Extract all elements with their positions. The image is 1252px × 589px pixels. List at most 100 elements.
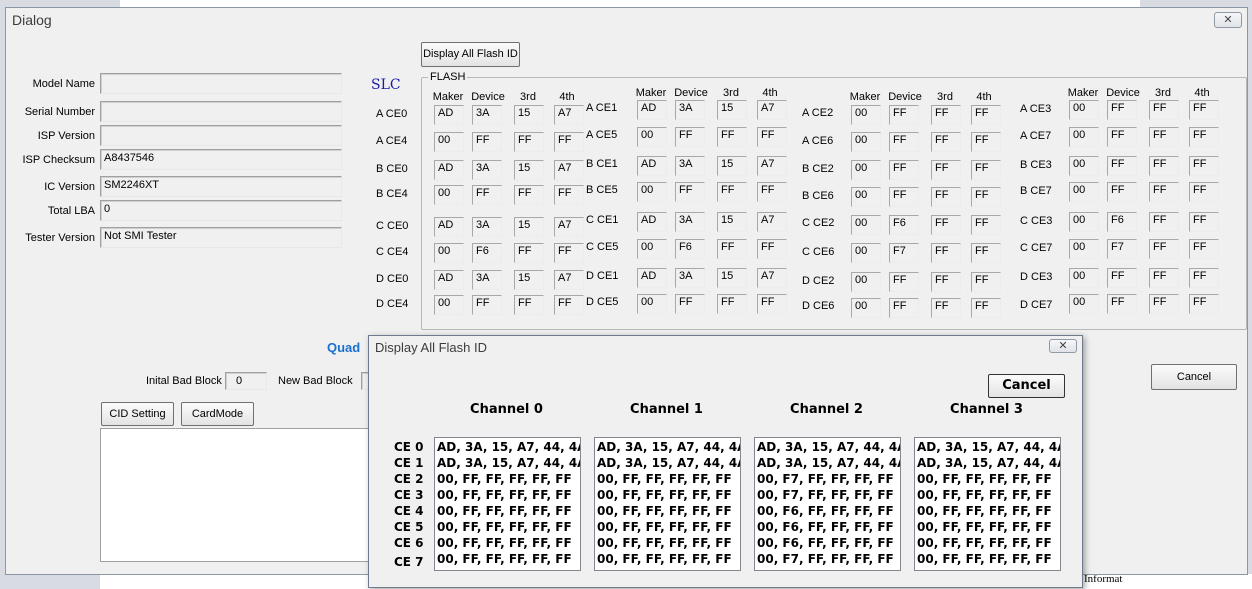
flash-id-byte-field[interactable]: 15	[514, 270, 544, 290]
flash-id-byte-field[interactable]: FF	[971, 243, 1001, 263]
flash-id-dialog-cancel-button[interactable]: Cancel	[988, 374, 1065, 398]
flash-id-byte-field[interactable]: 00	[851, 105, 881, 125]
flash-id-byte-field[interactable]: 00	[1069, 239, 1099, 259]
flash-id-byte-field[interactable]: FF	[931, 132, 961, 152]
flash-id-byte-field[interactable]: A7	[554, 160, 584, 180]
main-cancel-button[interactable]: Cancel	[1151, 364, 1237, 390]
flash-id-byte-field[interactable]: 00	[1069, 212, 1099, 232]
flash-id-byte-field[interactable]: 00	[434, 295, 464, 315]
info-field[interactable]: A8437546	[100, 149, 342, 170]
flash-id-byte-field[interactable]: FF	[971, 187, 1001, 207]
flash-id-byte-field[interactable]: FF	[757, 182, 787, 202]
flash-id-byte-field[interactable]: 00	[1069, 182, 1099, 202]
flash-id-byte-field[interactable]: 00	[851, 215, 881, 235]
flash-id-byte-field[interactable]: AD	[637, 156, 667, 176]
channel-flash-id-listbox[interactable]: AD, 3A, 15, A7, 44, 4A AD, 3A, 15, A7, 44…	[434, 437, 581, 571]
flash-id-byte-field[interactable]: FF	[889, 160, 919, 180]
flash-id-byte-field[interactable]: 00	[434, 132, 464, 152]
flash-id-byte-field[interactable]: FF	[971, 272, 1001, 292]
flash-id-byte-field[interactable]: AD	[434, 270, 464, 290]
flash-id-byte-field[interactable]: 15	[717, 156, 747, 176]
flash-id-byte-field[interactable]: FF	[472, 295, 502, 315]
flash-id-byte-field[interactable]: 00	[851, 272, 881, 292]
flash-id-byte-field[interactable]: FF	[931, 243, 961, 263]
flash-id-byte-field[interactable]: AD	[637, 268, 667, 288]
flash-id-byte-field[interactable]: AD	[637, 212, 667, 232]
flash-id-byte-field[interactable]: 15	[514, 160, 544, 180]
flash-id-byte-field[interactable]: 00	[637, 182, 667, 202]
flash-id-byte-field[interactable]: FF	[757, 127, 787, 147]
flash-id-byte-field[interactable]: FF	[675, 294, 705, 314]
flash-id-byte-field[interactable]: 00	[637, 239, 667, 259]
flash-id-byte-field[interactable]: 00	[851, 243, 881, 263]
flash-id-byte-field[interactable]: FF	[1107, 156, 1137, 176]
flash-id-byte-field[interactable]: FF	[889, 298, 919, 318]
flash-id-byte-field[interactable]: FF	[931, 298, 961, 318]
flash-id-byte-field[interactable]: FF	[1149, 100, 1179, 120]
flash-id-byte-field[interactable]: FF	[931, 187, 961, 207]
flash-id-byte-field[interactable]: F6	[1107, 212, 1137, 232]
flash-id-byte-field[interactable]: FF	[675, 182, 705, 202]
flash-id-byte-field[interactable]: 00	[637, 127, 667, 147]
flash-id-byte-field[interactable]: FF	[1189, 239, 1219, 259]
flash-id-byte-field[interactable]: FF	[889, 187, 919, 207]
flash-id-byte-field[interactable]: FF	[717, 182, 747, 202]
flash-id-byte-field[interactable]: FF	[931, 105, 961, 125]
initial-bad-block-field[interactable]: 0	[225, 372, 267, 390]
flash-id-byte-field[interactable]: FF	[554, 243, 584, 263]
flash-id-byte-field[interactable]: 00	[851, 132, 881, 152]
flash-id-byte-field[interactable]: 15	[717, 268, 747, 288]
flash-id-byte-field[interactable]: 00	[851, 298, 881, 318]
flash-id-byte-field[interactable]: FF	[889, 105, 919, 125]
flash-id-byte-field[interactable]: FF	[889, 272, 919, 292]
flash-id-byte-field[interactable]: FF	[1107, 182, 1137, 202]
flash-id-byte-field[interactable]: FF	[1149, 127, 1179, 147]
cardmode-button[interactable]: CardMode	[181, 402, 254, 426]
flash-id-byte-field[interactable]: F6	[675, 239, 705, 259]
flash-id-byte-field[interactable]: FF	[931, 160, 961, 180]
flash-id-byte-field[interactable]: AD	[434, 217, 464, 237]
flash-id-byte-field[interactable]: 15	[717, 100, 747, 120]
flash-id-byte-field[interactable]: A7	[757, 268, 787, 288]
flash-id-byte-field[interactable]: AD	[637, 100, 667, 120]
flash-id-byte-field[interactable]: FF	[971, 132, 1001, 152]
flash-id-byte-field[interactable]: FF	[1149, 239, 1179, 259]
info-field[interactable]	[100, 101, 342, 122]
flash-id-byte-field[interactable]: 3A	[472, 270, 502, 290]
flash-id-byte-field[interactable]: 3A	[472, 217, 502, 237]
main-dialog-close-button[interactable]: ✕	[1214, 12, 1242, 28]
info-field[interactable]	[100, 125, 342, 146]
flash-id-byte-field[interactable]: 00	[851, 160, 881, 180]
flash-id-byte-field[interactable]: A7	[554, 105, 584, 125]
flash-id-byte-field[interactable]: 00	[637, 294, 667, 314]
flash-id-byte-field[interactable]: A7	[554, 217, 584, 237]
info-field[interactable]	[100, 73, 342, 94]
info-field[interactable]: SM2246XT	[100, 176, 342, 197]
flash-id-byte-field[interactable]: FF	[1107, 294, 1137, 314]
flash-id-byte-field[interactable]: 00	[1069, 127, 1099, 147]
flash-id-byte-field[interactable]: FF	[931, 272, 961, 292]
flash-id-byte-field[interactable]: FF	[717, 127, 747, 147]
flash-id-byte-field[interactable]: FF	[1189, 182, 1219, 202]
flash-id-byte-field[interactable]: FF	[1149, 294, 1179, 314]
flash-id-byte-field[interactable]: FF	[1107, 100, 1137, 120]
flash-id-byte-field[interactable]: A7	[757, 100, 787, 120]
flash-id-byte-field[interactable]: FF	[717, 294, 747, 314]
flash-id-byte-field[interactable]: FF	[514, 132, 544, 152]
flash-id-byte-field[interactable]: F7	[1107, 239, 1137, 259]
flash-id-byte-field[interactable]: AD	[434, 105, 464, 125]
info-field[interactable]: Not SMI Tester	[100, 227, 342, 248]
flash-id-byte-field[interactable]: 00	[1069, 294, 1099, 314]
flash-id-byte-field[interactable]: 00	[1069, 156, 1099, 176]
flash-id-byte-field[interactable]: FF	[971, 215, 1001, 235]
flash-id-byte-field[interactable]: 00	[851, 187, 881, 207]
flash-id-byte-field[interactable]: 3A	[675, 268, 705, 288]
cid-setting-button[interactable]: CID Setting	[101, 402, 174, 426]
flash-id-byte-field[interactable]: FF	[1189, 100, 1219, 120]
flash-id-byte-field[interactable]: 00	[434, 185, 464, 205]
flash-id-byte-field[interactable]: 00	[1069, 100, 1099, 120]
flash-id-byte-field[interactable]: 00	[1069, 268, 1099, 288]
flash-id-byte-field[interactable]: F7	[889, 243, 919, 263]
flash-id-byte-field[interactable]: F6	[889, 215, 919, 235]
flash-id-byte-field[interactable]: 3A	[472, 105, 502, 125]
